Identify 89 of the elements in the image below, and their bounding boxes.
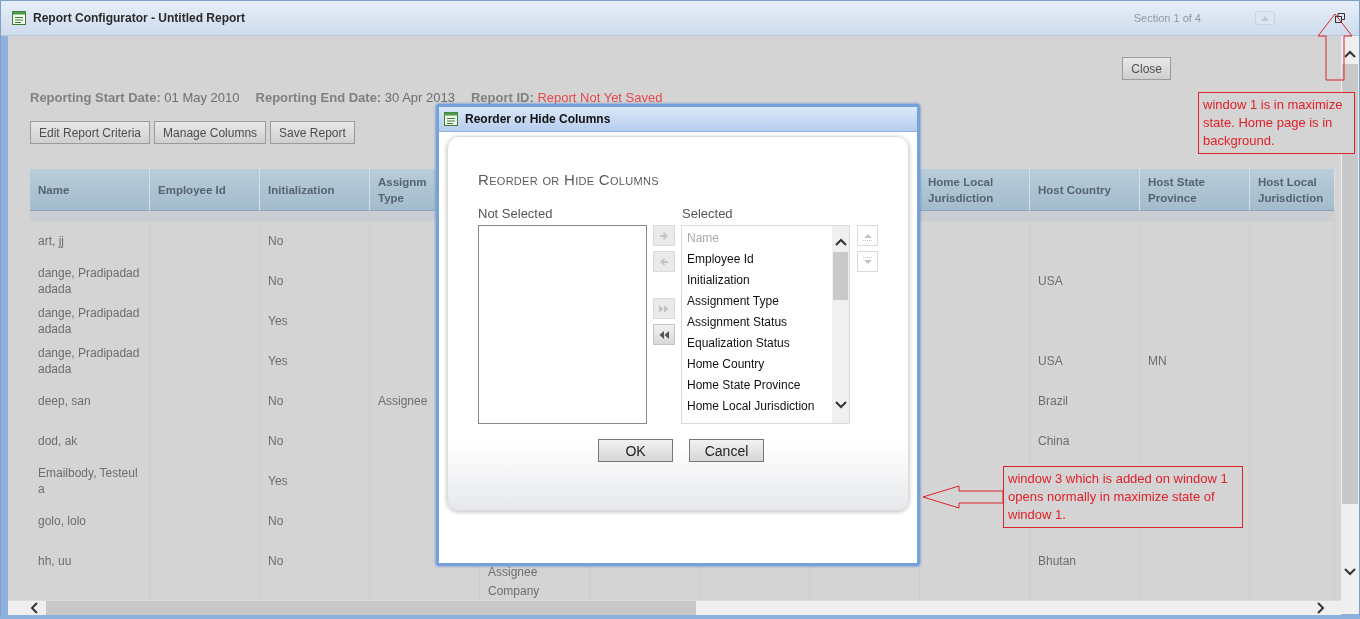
- list-item[interactable]: Home State Province: [687, 375, 832, 396]
- annotation-arrow: [1316, 12, 1354, 82]
- list-item[interactable]: Home Country: [687, 354, 832, 375]
- table-cell: Yes: [268, 473, 288, 489]
- table-cell: Assignee: [488, 564, 538, 580]
- chevron-right-icon: [1317, 602, 1325, 614]
- section-up-button[interactable]: [1255, 11, 1275, 25]
- report-info-text: Report ID: Report Not Yet Saved: [470, 91, 663, 105]
- column-header-text: Employee Id: [158, 182, 226, 198]
- table-cell: dange, Pradipadadadada: [38, 345, 141, 377]
- move-button[interactable]: [653, 324, 675, 345]
- toolbar-button[interactable]: Edit Report Criteria: [30, 121, 151, 144]
- table-cell: Company: [488, 583, 540, 599]
- list-label: Selected: [682, 206, 733, 221]
- toolbar-button[interactable]: Save Report: [270, 121, 355, 144]
- table-cell: No: [268, 433, 284, 449]
- toolbar-button[interactable]: Manage Columns: [154, 121, 267, 144]
- chevron-up-icon: [1344, 50, 1356, 58]
- table-cell: No: [268, 513, 284, 529]
- chevron-left-icon: [30, 602, 38, 614]
- table-cell: golo, lolo: [38, 513, 87, 529]
- caret-up-icon: [1261, 15, 1269, 21]
- dialog-title: Reorder or Hide Columns: [465, 112, 611, 126]
- double-chevron-left-icon: [658, 329, 670, 340]
- chevron-down-icon[interactable]: [834, 401, 847, 409]
- table-cell-text: Emailbody, Testeula: [38, 465, 139, 497]
- scroll-up-button[interactable]: [1344, 50, 1356, 58]
- not-selected-list[interactable]: [478, 225, 647, 424]
- form-icon: [443, 111, 459, 127]
- table-cell: Bhutan: [1038, 553, 1077, 569]
- scroll-right-button[interactable]: [1317, 602, 1325, 614]
- table-cell: deep, san: [38, 393, 91, 409]
- restore-button[interactable]: [1335, 13, 1345, 23]
- window-title: Report Configurator - Untitled Report: [33, 11, 245, 25]
- table-cell: Brazil: [1038, 393, 1068, 409]
- vertical-scrollbar[interactable]: [1341, 36, 1359, 614]
- list-item[interactable]: Assignment Type: [687, 291, 832, 312]
- column-header-text: Host Local Jurisdiction: [1258, 174, 1325, 206]
- restore-icon: [1335, 13, 1345, 23]
- table-cell: USA: [1038, 353, 1063, 369]
- table-cell: Assignee: [378, 393, 428, 409]
- table-cell: No: [268, 233, 284, 249]
- column-header-text: Host Country: [1038, 182, 1111, 198]
- horizontal-scrollbar[interactable]: [8, 600, 1341, 615]
- section-heading: Reorder or Hide Columns: [478, 171, 660, 188]
- table-cell: art, jj: [38, 233, 64, 249]
- table-cell: MN: [1148, 353, 1167, 369]
- scroll-thumb[interactable]: [833, 252, 848, 300]
- report-info-text: Reporting Start Date: 01 May 2010: [30, 91, 240, 105]
- scroll-thumb[interactable]: [46, 601, 696, 615]
- table-cell: No: [268, 393, 284, 409]
- list-item[interactable]: Home Local Jurisdiction: [687, 396, 832, 417]
- form-icon: [11, 10, 27, 26]
- list-item[interactable]: Initialization: [687, 270, 832, 291]
- arrow-right-icon: [658, 230, 670, 241]
- table-cell: Yes: [268, 353, 288, 369]
- table-cell: No: [268, 273, 284, 289]
- chevron-up-icon[interactable]: [834, 238, 847, 246]
- dialog-button[interactable]: Cancel: [689, 439, 764, 462]
- table-cell: China: [1038, 433, 1070, 449]
- table-cell: dod, ak: [38, 433, 78, 449]
- table-cell: dange, Pradipadadadada: [38, 265, 141, 297]
- scroll-down-button[interactable]: [1344, 568, 1356, 576]
- column-header-text: Host State Province: [1148, 174, 1206, 206]
- list-item[interactable]: Assignment Status: [687, 312, 832, 333]
- scroll-left-button[interactable]: [30, 602, 38, 614]
- column-header-text: Assignm Type: [378, 174, 428, 206]
- column-header-text: Home Local Jurisdiction: [928, 174, 995, 206]
- list-scrollbar[interactable]: [832, 226, 849, 423]
- table-cell: No: [268, 553, 284, 569]
- list-item[interactable]: Employee Id: [687, 249, 832, 270]
- double-chevron-right-icon: [658, 303, 670, 314]
- column-header-text: Name: [38, 182, 70, 198]
- list-item[interactable]: Equalization Status: [687, 333, 832, 354]
- table-cell: hh, uu: [38, 553, 72, 569]
- table-cell: Yes: [268, 313, 288, 329]
- list-label: Not Selected: [478, 206, 554, 221]
- report-info-text: Reporting End Date: 30 Apr 2013: [255, 91, 455, 105]
- caret-down-icon: [861, 256, 874, 267]
- table-cell: USA: [1038, 273, 1063, 289]
- close-button[interactable]: Close: [1122, 57, 1171, 80]
- chevron-down-icon: [1344, 568, 1356, 576]
- dialog-button[interactable]: OK: [598, 439, 673, 462]
- annotation-note: window 3 which is added on window 1 opens normally in maximize state of window 1.: [1003, 466, 1243, 528]
- annotation-note: window 1 is in maximize state. Home page is in background.: [1198, 92, 1355, 154]
- column-header-text: Initialization: [268, 182, 335, 198]
- arrow-left-icon: [658, 256, 670, 267]
- section-label: Section 1 of 4: [1133, 12, 1201, 24]
- table-cell: dange, Pradipadadadada: [38, 305, 141, 337]
